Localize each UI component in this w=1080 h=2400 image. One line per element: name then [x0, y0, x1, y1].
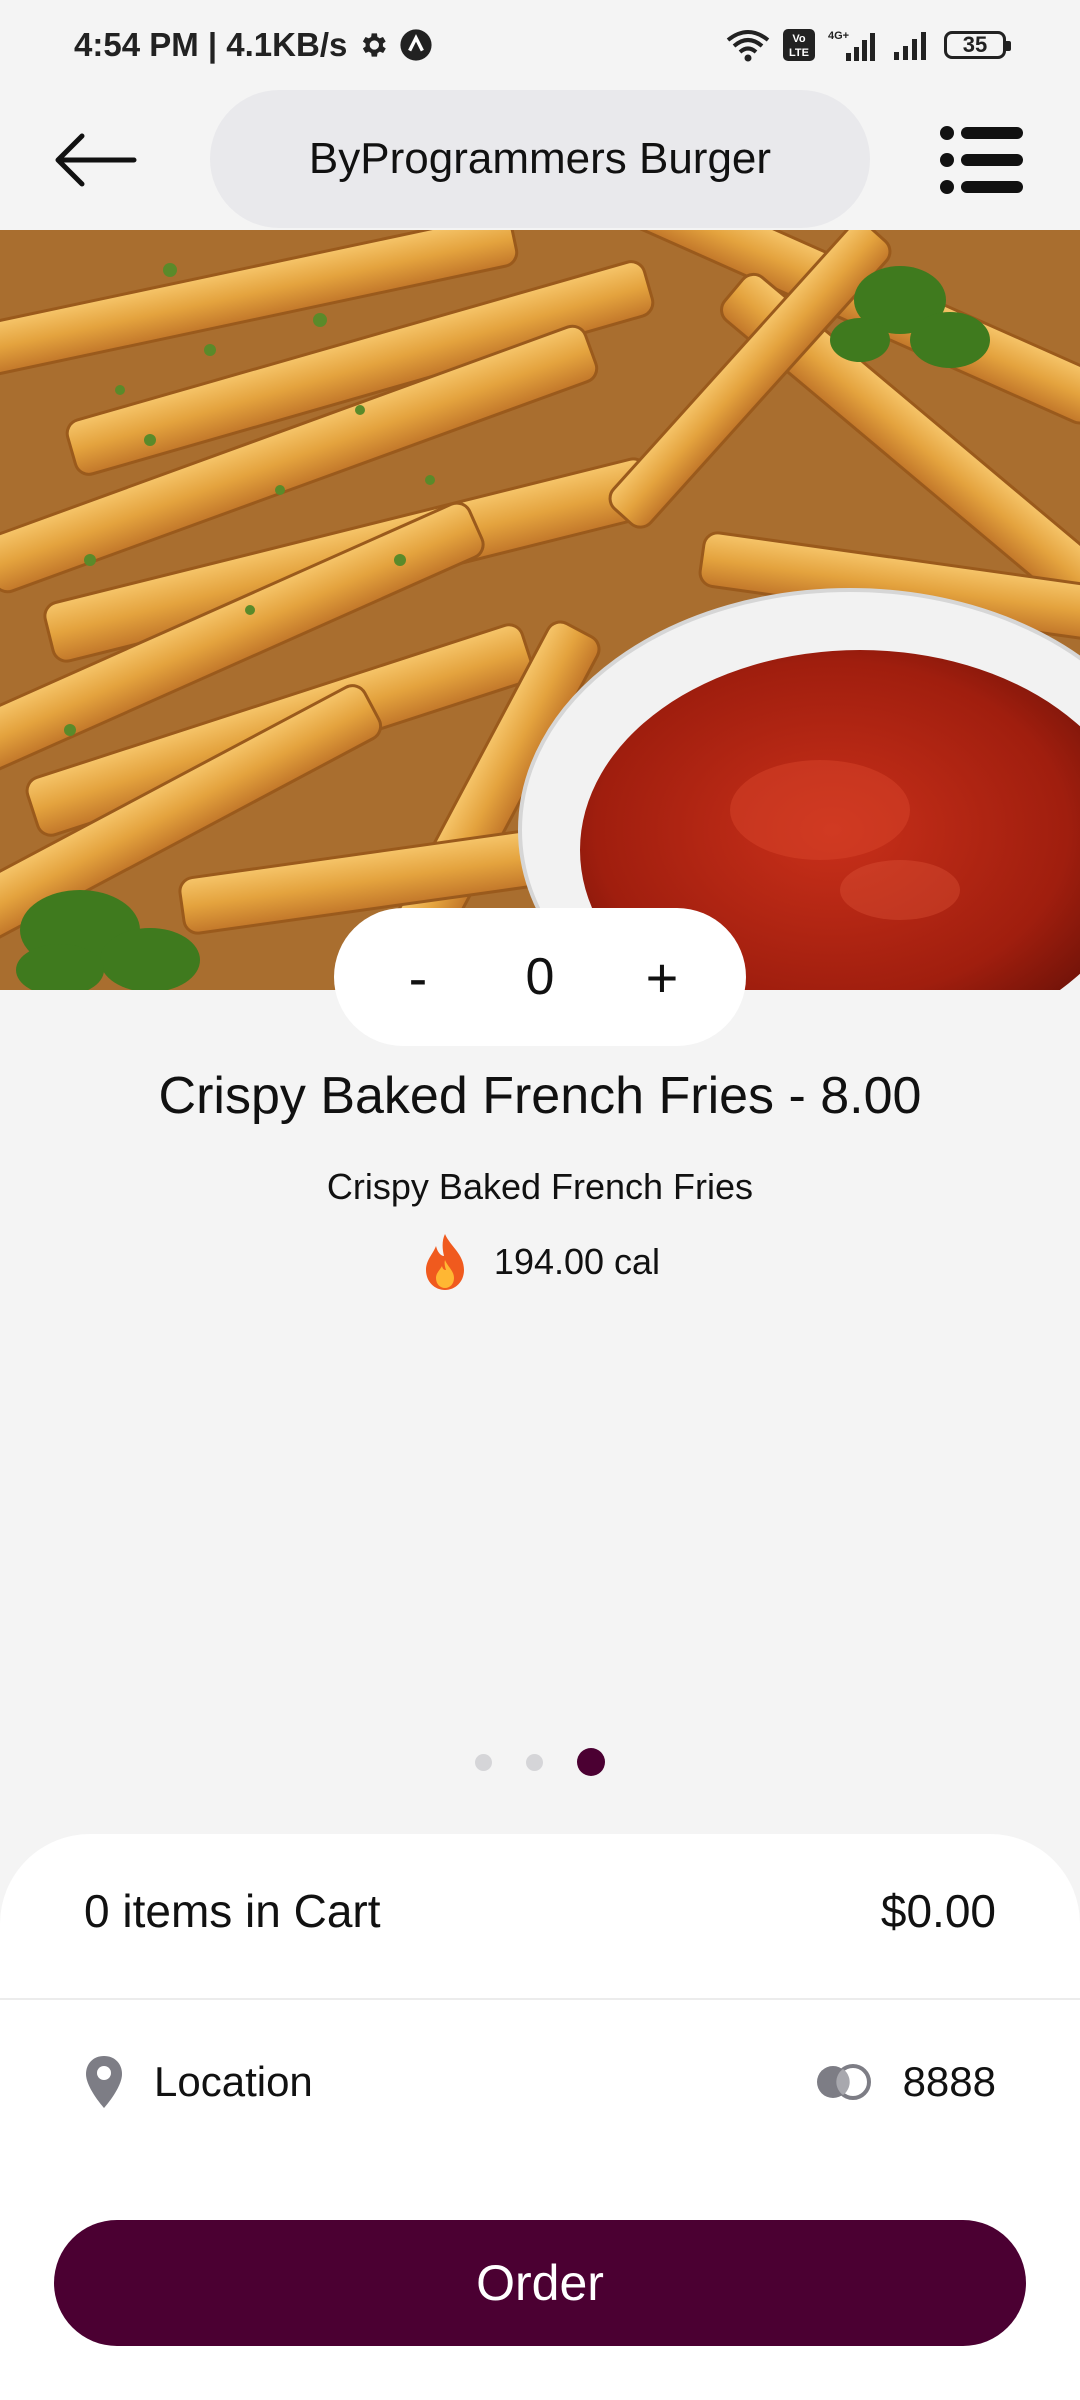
product-description: Crispy Baked French Fries [326, 1166, 754, 1207]
back-button[interactable] [50, 120, 140, 200]
product-image [0, 230, 1080, 990]
fire-icon [425, 1234, 464, 1290]
decrease-label: - [408, 945, 428, 1009]
arrow-left-icon [55, 133, 137, 187]
card-icon [816, 2064, 871, 2100]
location-label: Location [154, 2058, 313, 2105]
location-pin-icon [86, 2056, 122, 2108]
decrease-quantity-button[interactable]: - [368, 927, 468, 1027]
list-icon [940, 126, 1023, 194]
status-time-speed: 4:54 PM | 4.1KB/s [74, 26, 348, 63]
battery-icon: 35 [944, 31, 1011, 59]
gear-icon [357, 29, 389, 61]
status-bar: 4:54 PM | 4.1KB/s Vo LTE 4G+ 35 [0, 0, 1080, 90]
pager-dot-active[interactable] [577, 1748, 605, 1776]
divider [0, 1998, 1080, 2000]
signal-icon [892, 28, 934, 62]
app-bar: ByProgrammers Burger [0, 90, 1080, 230]
restaurant-title: ByProgrammers Burger [308, 134, 772, 183]
battery-level: 35 [962, 32, 988, 57]
status-right: Vo LTE 4G+ 35 [724, 27, 1011, 63]
card-number: 8888 [902, 2058, 996, 2105]
pager-dot[interactable] [475, 1753, 492, 1771]
network-label: 4G+ [828, 30, 849, 42]
list-menu-button[interactable] [936, 120, 1028, 200]
product-title: Crispy Baked French Fries - 8.00 [158, 1067, 922, 1125]
order-button[interactable]: Order [54, 2220, 1026, 2346]
svg-text:Vo: Vo [792, 33, 806, 45]
increase-label: + [645, 945, 679, 1009]
cart-row: 0 items in Cart $0.00 [84, 1884, 996, 1938]
location-row: Location 8888 [84, 2054, 996, 2110]
pager-dot[interactable] [526, 1753, 543, 1771]
image-pager-dots [0, 1748, 1080, 1776]
calories-value: 194.00 cal [493, 1241, 661, 1282]
cart-items-count: 0 items in Cart [84, 1885, 381, 1937]
increase-quantity-button[interactable]: + [612, 927, 712, 1027]
payment-card-selector[interactable]: 8888 [813, 2058, 996, 2106]
app-notification-icon [399, 28, 433, 62]
location-selector[interactable]: Location [84, 2054, 313, 2110]
quantity-stepper: - 0 + [334, 908, 746, 1046]
cart-total: $0.00 [880, 1885, 996, 1937]
volte-icon: Vo LTE [782, 28, 816, 62]
status-left: 4:54 PM | 4.1KB/s [74, 26, 433, 64]
signal-4g-icon: 4G+ [826, 27, 882, 63]
cart-summary-sheet: 0 items in Cart $0.00 Location 8888 Orde… [0, 1834, 1080, 2400]
calories-row: 194.00 cal [0, 1232, 1080, 1292]
restaurant-title-pill: ByProgrammers Burger [210, 90, 870, 228]
french-fries-illustration [0, 230, 1080, 990]
order-button-label: Order [476, 2255, 604, 2311]
wifi-icon [724, 28, 772, 62]
svg-text:LTE: LTE [789, 47, 809, 59]
quantity-value: 0 [525, 948, 555, 1006]
